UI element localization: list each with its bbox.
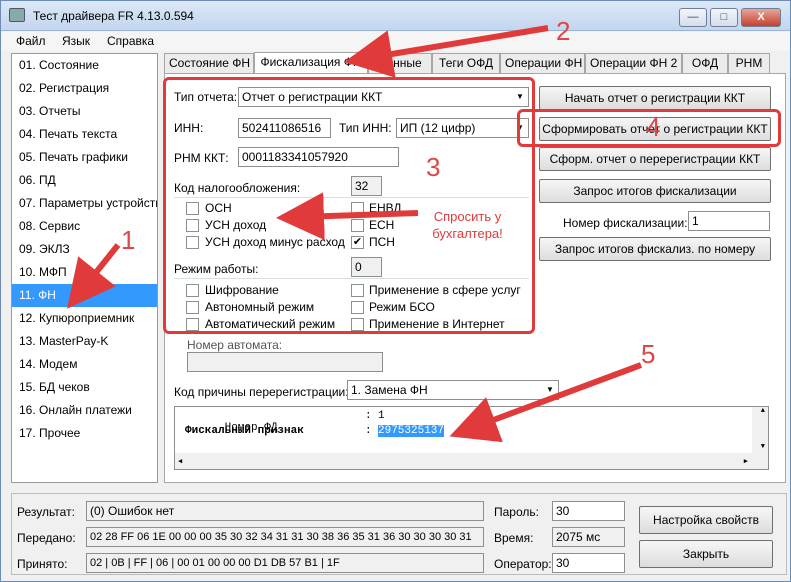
received-label: Принято:	[17, 557, 68, 571]
fisc-number-field[interactable]: 1	[688, 211, 770, 231]
maximize-button[interactable]: □	[710, 8, 738, 27]
section-item[interactable]: 10. МФП	[12, 261, 157, 284]
title-bar: Тест драйвера FR 4.13.0.594 — □ X	[1, 1, 790, 31]
section-item[interactable]: 16. Онлайн платежи	[12, 399, 157, 422]
tab-fn-state[interactable]: Состояние ФН	[164, 53, 254, 73]
annotation-number-1: 1	[121, 225, 136, 255]
start-report-button[interactable]: Начать отчет о регистрации ККТ	[539, 86, 771, 110]
tab-data[interactable]: Данные	[368, 53, 432, 73]
tab-fn-fiscalization[interactable]: Фискализация ФН	[254, 52, 368, 73]
annotation-number-2: 2	[556, 16, 571, 46]
tab-fn-operations[interactable]: Операции ФН	[500, 53, 585, 73]
section-item[interactable]: 03. Отчеты	[12, 100, 157, 123]
minimize-button[interactable]: —	[679, 8, 707, 27]
tab-rnm[interactable]: РНМ	[728, 53, 770, 73]
menu-bar: Файл Язык Справка	[1, 32, 790, 51]
annotation-number-5: 5	[641, 339, 656, 369]
automat-label: Номер автомата:	[187, 338, 283, 352]
section-item[interactable]: 02. Регистрация	[12, 77, 157, 100]
section-item[interactable]: 17. Прочее	[12, 422, 157, 445]
annotation-callout: Спросить у бухгалтера!	[432, 209, 503, 241]
password-label: Пароль:	[494, 505, 539, 519]
chevron-down-icon: ▼	[546, 385, 554, 394]
scroll-left-icon[interactable]: ◀	[178, 457, 182, 466]
settings-button[interactable]: Настройка свойств	[639, 506, 773, 534]
horizontal-scrollbar[interactable]	[175, 453, 768, 469]
scroll-right-icon[interactable]: ▶	[744, 457, 748, 466]
scroll-up-icon[interactable]: ▲	[761, 407, 765, 415]
menu-help[interactable]: Справка	[107, 34, 154, 48]
tab-ofd[interactable]: ОФД	[682, 53, 728, 73]
section-item[interactable]: 15. БД чеков	[12, 376, 157, 399]
password-field[interactable]: 30	[552, 501, 625, 521]
received-field[interactable]: 02 | 0B | FF | 06 | 00 01 00 00 00 D1 DB…	[86, 553, 484, 573]
annotation-number-4: 4	[646, 112, 661, 142]
tab-fn-operations-2[interactable]: Операции ФН 2	[585, 53, 682, 73]
section-item[interactable]: 06. ПД	[12, 169, 157, 192]
query-totals-by-number-button[interactable]: Запрос итогов фискализ. по номеру	[539, 237, 771, 261]
time-label: Время:	[494, 531, 534, 545]
fiscal-sign-sep: :	[365, 425, 372, 437]
rereg-report-button[interactable]: Сформ. отчет о перерегистрации ККТ	[539, 147, 771, 171]
section-item[interactable]: 13. MasterPay-K	[12, 330, 157, 353]
fiscal-sign-value: 2975325137	[378, 425, 445, 437]
section-item[interactable]: 05. Печать графики	[12, 146, 157, 169]
output-log[interactable]: Номер ФД : 1 Фискальный признак : 297532…	[174, 406, 769, 470]
scroll-down-icon[interactable]: ▼	[761, 443, 765, 451]
annotation-box-form	[163, 77, 535, 334]
section-item[interactable]: 01. Состояние	[12, 54, 157, 77]
sent-label: Передано:	[17, 531, 76, 545]
window-title: Тест драйвера FR 4.13.0.594	[33, 9, 194, 23]
fd-number-value: 1	[378, 410, 385, 422]
operator-field[interactable]: 30	[552, 553, 625, 573]
fiscal-sign-key: Фискальный признак	[185, 425, 304, 437]
result-label: Результат:	[17, 505, 75, 519]
automat-field[interactable]	[187, 352, 383, 372]
tab-strip: Состояние ФН Фискализация ФН Данные Теги…	[164, 52, 788, 73]
tab-ofd-tags[interactable]: Теги ОФД	[432, 53, 500, 73]
rereg-label: Код причины перерегистрации:	[174, 385, 349, 399]
operator-label: Оператор:	[494, 557, 552, 571]
menu-language[interactable]: Язык	[62, 34, 90, 48]
fisc-number-label: Номер фискализации:	[563, 216, 688, 230]
rereg-value: 1. Замена ФН	[351, 383, 428, 397]
close-window-button[interactable]: X	[741, 8, 781, 27]
menu-file[interactable]: Файл	[16, 34, 46, 48]
section-item[interactable]: 04. Печать текста	[12, 123, 157, 146]
section-item[interactable]: 07. Параметры устройства	[12, 192, 157, 215]
annotation-number-3: 3	[426, 152, 441, 182]
app-printer-icon	[9, 8, 25, 22]
section-list: 01. Состояние 02. Регистрация 03. Отчеты 04…	[11, 53, 158, 483]
result-field[interactable]: (0) Ошибок нет	[86, 501, 484, 521]
section-item[interactable]: 14. Модем	[12, 353, 157, 376]
fd-number-sep: :	[365, 410, 372, 422]
time-field[interactable]: 2075 мс	[552, 527, 625, 547]
close-button[interactable]: Закрыть	[639, 540, 773, 568]
rereg-select[interactable]: 1. Замена ФН ▼	[347, 380, 559, 400]
sent-field[interactable]: 02 28 FF 06 1E 00 00 00 35 30 32 34 31 3…	[86, 527, 484, 547]
section-item[interactable]: 12. Купюроприемник	[12, 307, 157, 330]
query-totals-button[interactable]: Запрос итогов фискализации	[539, 179, 771, 203]
section-item[interactable]: 11. ФН	[12, 284, 157, 307]
